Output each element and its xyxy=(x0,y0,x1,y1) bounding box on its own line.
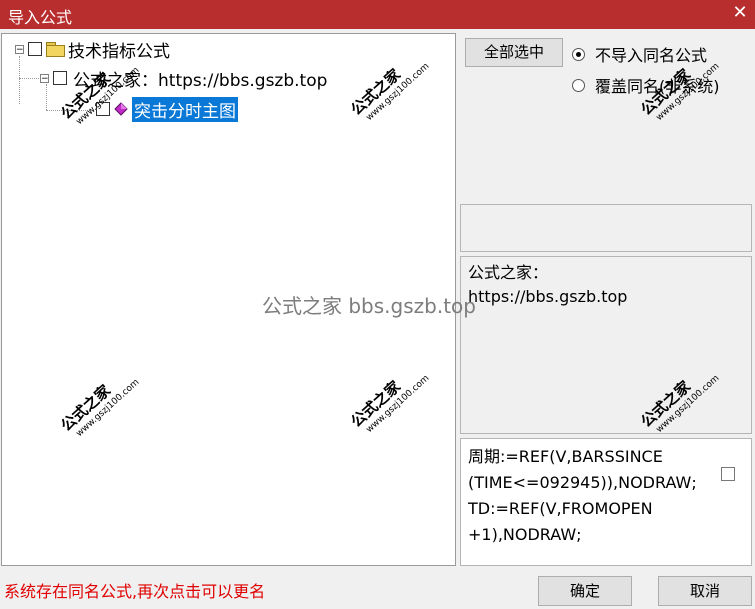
collapse-icon[interactable]: − xyxy=(15,44,24,54)
cancel-button[interactable]: 取消 xyxy=(658,576,752,606)
info-panel: 公式之家： https://bbs.gszb.top xyxy=(460,256,752,434)
empty-panel xyxy=(460,204,752,252)
child-checkbox[interactable] xyxy=(53,71,67,85)
formula-gem-icon xyxy=(114,102,128,116)
status-message: 系统存在同名公式,再次点击可以更名 xyxy=(4,582,266,601)
center-watermark: 公式之家 bbs.gszb.top xyxy=(262,294,476,318)
tree-connector xyxy=(19,78,41,79)
ok-button[interactable]: 确定 xyxy=(538,576,632,606)
select-all-button[interactable]: 全部选中 xyxy=(465,38,563,67)
code-checkbox[interactable] xyxy=(721,467,735,481)
collapse-icon[interactable]: − xyxy=(40,73,49,83)
folder-icon xyxy=(46,42,65,57)
tree-label-leaf: 突击分时主图 xyxy=(132,96,238,122)
tree-connector xyxy=(19,56,20,104)
tree-item-root[interactable]: − 技术指标公式 xyxy=(15,38,170,62)
overwrite-radio[interactable] xyxy=(572,78,585,92)
root-checkbox[interactable] xyxy=(28,42,42,56)
code-preview[interactable]: 周期:=REF(V,BARSSINCE (TIME<=092945)),NODR… xyxy=(460,438,752,566)
tree-item-leaf[interactable]: 突击分时主图 xyxy=(96,96,238,122)
title-bar: 导入公式 ✕ xyxy=(0,0,755,29)
code-text: 周期:=REF(V,BARSSINCE (TIME<=092945)),NODR… xyxy=(468,447,697,544)
no-import-radio[interactable] xyxy=(572,47,585,61)
close-icon[interactable]: ✕ xyxy=(729,2,751,24)
info-text: 公式之家： https://bbs.gszb.top xyxy=(468,263,628,306)
window-title: 导入公式 xyxy=(8,8,73,27)
